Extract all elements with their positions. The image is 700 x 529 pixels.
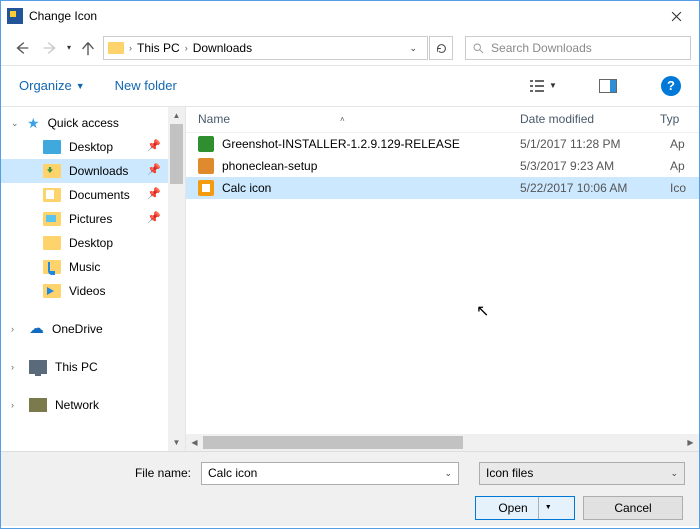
breadcrumb-downloads[interactable]: Downloads [193,41,252,55]
split-dropdown-icon[interactable]: ▼ [538,497,552,519]
chevron-down-icon[interactable]: ⌄ [664,468,678,479]
nav-desktop-2[interactable]: Desktop [1,231,185,255]
search-icon [472,42,485,55]
preview-pane-icon [599,79,617,93]
recent-locations-button[interactable]: ▾ [65,43,73,53]
icon-file-icon [198,180,214,196]
arrow-up-icon [79,39,97,57]
file-type-filter[interactable]: Icon files ⌄ [479,462,685,485]
downloads-folder-icon [43,164,61,178]
close-icon [671,11,682,22]
chevron-down-icon: ▼ [76,81,85,92]
chevron-down-icon[interactable]: ⌄ [438,468,452,479]
forward-button[interactable] [37,35,63,61]
nav-this-pc[interactable]: › This PC [1,355,185,379]
pin-icon: 📌 [147,164,161,177]
refresh-button[interactable] [429,36,453,60]
breadcrumb-this-pc[interactable]: This PC [137,41,180,55]
music-folder-icon [43,260,61,274]
file-row[interactable]: phoneclean-setup 5/3/2017 9:23 AM Ap [186,155,699,177]
search-placeholder: Search Downloads [491,41,592,55]
pin-icon: 📌 [147,188,161,201]
scroll-thumb[interactable] [170,124,183,184]
chevron-right-icon: › [182,43,191,54]
folder-icon [43,236,61,250]
chevron-right-icon: › [11,362,21,373]
nav-scrollbar[interactable]: ▲ ▼ [168,107,185,451]
file-row-selected[interactable]: Calc icon 5/22/2017 10:06 AM Ico [186,177,699,199]
col-name[interactable]: Name [198,112,230,126]
nav-desktop[interactable]: Desktop 📌 [1,135,185,159]
footer: File name: Calc icon ⌄ Icon files ⌄ Open… [1,451,699,526]
nav-row: ▾ › This PC › Downloads ⌄ Search Downloa… [1,31,699,65]
col-type[interactable]: Typ [660,112,699,126]
nav-quick-access[interactable]: ⌄ ★ Quick access [1,111,185,135]
chevron-right-icon: › [11,400,21,411]
pin-icon: 📌 [147,140,161,153]
nav-onedrive[interactable]: › ☁ OneDrive [1,317,185,341]
scroll-up-icon[interactable]: ▲ [168,107,185,124]
search-input[interactable]: Search Downloads [465,36,691,60]
arrow-right-icon [41,39,59,57]
star-icon: ★ [27,115,40,132]
help-button[interactable]: ? [661,76,681,96]
horizontal-scrollbar[interactable]: ◀ ▶ [186,434,699,451]
pin-icon: 📌 [147,212,161,225]
nav-videos[interactable]: Videos [1,279,185,303]
nav-documents[interactable]: Documents 📌 [1,183,185,207]
command-bar: Organize ▼ New folder ▼ ? [1,66,699,106]
nav-downloads[interactable]: Downloads 📌 [1,159,185,183]
view-options-button[interactable]: ▼ [527,75,561,97]
chevron-right-icon: › [11,324,21,335]
up-button[interactable] [75,35,101,61]
nav-music[interactable]: Music [1,255,185,279]
setup-icon [198,158,214,174]
videos-folder-icon [43,284,61,298]
onedrive-icon: ☁ [29,320,44,338]
col-date[interactable]: Date modified [520,112,660,126]
preview-pane-button[interactable] [591,75,625,97]
pc-icon [29,360,47,374]
folder-icon [108,42,124,54]
app-icon [7,8,23,24]
filename-label: File name: [1,466,191,480]
chevron-right-icon: › [126,43,135,54]
installer-icon [198,136,214,152]
new-folder-button[interactable]: New folder [115,78,177,94]
address-bar[interactable]: › This PC › Downloads ⌄ [103,36,428,60]
nav-network[interactable]: › Network [1,393,185,417]
list-view-icon [529,79,545,93]
desktop-icon [43,140,61,154]
arrow-left-icon [13,39,31,57]
column-headers[interactable]: Name ˄ Date modified Typ [186,107,699,133]
address-dropdown-icon[interactable]: ⌄ [403,43,423,54]
chevron-down-icon: ⌄ [11,118,21,129]
sort-asc-icon: ˄ [340,115,345,125]
cancel-button[interactable]: Cancel [583,496,683,520]
scroll-thumb[interactable] [203,436,463,449]
scroll-left-icon[interactable]: ◀ [186,434,203,451]
scroll-down-icon[interactable]: ▼ [168,434,185,451]
cursor-icon: ↖ [476,302,489,321]
nav-pictures[interactable]: Pictures 📌 [1,207,185,231]
scroll-right-icon[interactable]: ▶ [682,434,699,451]
main-area: ⌄ ★ Quick access Desktop 📌 Downloads 📌 D… [1,106,699,451]
filename-input[interactable]: Calc icon ⌄ [201,462,459,485]
back-button[interactable] [9,35,35,61]
file-list: Name ˄ Date modified Typ Greenshot-INSTAL… [186,106,699,451]
chevron-down-icon: ▼ [547,81,559,91]
close-button[interactable] [654,1,699,31]
window-title: Change Icon [29,9,97,23]
network-icon [29,398,47,412]
navigation-pane: ⌄ ★ Quick access Desktop 📌 Downloads 📌 D… [1,106,186,451]
refresh-icon [435,42,448,55]
organize-menu[interactable]: Organize ▼ [19,78,85,94]
open-button[interactable]: Open ▼ [475,496,575,520]
documents-folder-icon [43,188,61,202]
pictures-folder-icon [43,212,61,226]
title-bar: Change Icon [1,1,699,31]
file-row[interactable]: Greenshot-INSTALLER-1.2.9.129-RELEASE 5/… [186,133,699,155]
